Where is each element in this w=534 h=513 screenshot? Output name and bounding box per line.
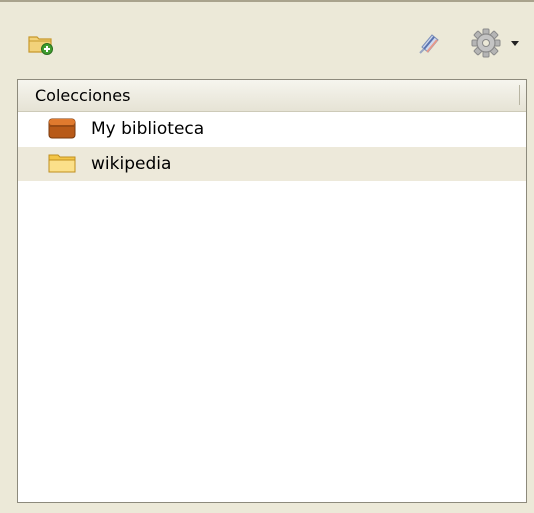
library-icon bbox=[48, 118, 76, 139]
chevron-down-icon bbox=[511, 41, 519, 46]
tree-item-my-library[interactable]: My biblioteca bbox=[18, 112, 526, 146]
tree-item-label: My biblioteca bbox=[91, 119, 205, 139]
collections-toolbar bbox=[0, 2, 534, 72]
tree-item-wikipedia[interactable]: wikipedia bbox=[18, 147, 526, 181]
tree-item-label: wikipedia bbox=[91, 154, 172, 174]
sync-button[interactable] bbox=[413, 27, 447, 59]
actions-menu-button[interactable] bbox=[463, 26, 527, 60]
column-resize-handle[interactable] bbox=[519, 85, 520, 105]
new-collection-icon bbox=[28, 36, 53, 55]
column-header[interactable]: Colecciones bbox=[18, 80, 526, 112]
column-header-label: Colecciones bbox=[35, 86, 131, 105]
gear-icon bbox=[471, 28, 501, 58]
new-collection-button[interactable] bbox=[24, 28, 58, 58]
sync-icon bbox=[419, 34, 439, 54]
collections-tree[interactable]: Colecciones My biblioteca wikipedia bbox=[17, 79, 527, 503]
folder-icon bbox=[48, 154, 76, 173]
